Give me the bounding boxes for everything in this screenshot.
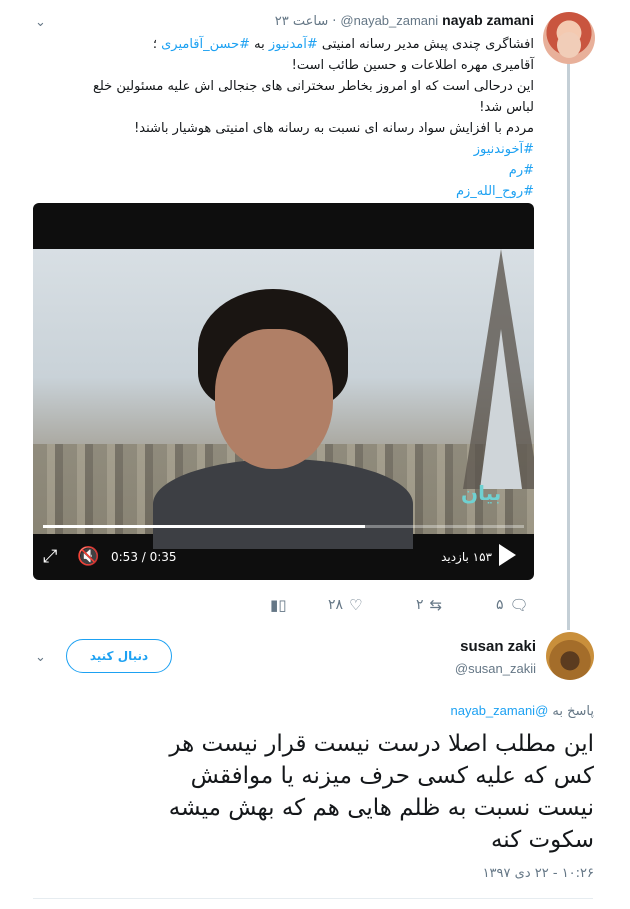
video-frame: بیان [33,249,534,549]
reply-context: پاسخ به @nayab_zamani [450,703,595,719]
tweet-line: آقامیری مهره اطلاعات و حسین طائب است! [291,58,534,73]
chevron-down-icon[interactable]: ⌄ [35,15,49,30]
tweet-line: افشاگری چندی پیش مدیر رسانه امنیتی #آمدن… [152,37,534,52]
tweet-line: نیست نسبت به ظلم هایی هم که بهش میشه [168,795,594,821]
divider [33,898,593,899]
hashtag-link[interactable]: #آمدنیوز [269,37,318,52]
reply-icon: 🗨 [509,596,529,614]
tweet-line: لباس شد! [479,100,534,115]
video-progress-bar[interactable] [43,525,524,528]
tweet-time[interactable]: ۲۳ ساعت [275,14,329,29]
reply-count: ۵ [496,597,504,613]
like-count: ۲۸ [328,597,344,613]
follow-button[interactable]: دنبال کنید [66,639,172,673]
video-player[interactable]: بیان ⤢ 🔇 0:53 / 0:35 ۱۵۳ بازدید [33,203,534,580]
mention-link[interactable]: @nayab_zamani [451,703,549,718]
analytics-icon: ▮▯ [270,596,287,614]
tweet-handle[interactable]: @susan_zakii [455,661,536,676]
retweet-count: ۲ [416,597,424,613]
mute-icon[interactable]: 🔇 [77,546,99,567]
tweet-author-name[interactable]: nayab zamani [442,12,534,28]
video-controls: ⤢ 🔇 0:53 / 0:35 ۱۵۳ بازدید [33,538,534,580]
chevron-down-icon[interactable]: ⌄ [35,650,46,665]
retweet-button[interactable]: ۲ ⇆ [416,596,442,614]
tweet-actions: ▮▯ ۲۸ ♡ ۲ ⇆ ۵ 🗨 [270,596,540,616]
separator-dot: · [332,14,337,29]
tweet-text: این مطلب اصلا درست نیست قرار نیست هر کس … [39,728,594,856]
reply-button[interactable]: ۵ 🗨 [496,596,529,614]
tweet-timestamp[interactable]: ۱۰:۲۶ - ۲۲ دی ۱۳۹۷ [483,866,594,881]
tweet-header: ۲۳ ساعت · @nayab_zamani nayab zamani [275,12,534,29]
hashtag-link[interactable]: #حسن_آقامیری [161,37,250,52]
channel-logo: بیان [461,481,502,505]
tweet-line: این درحالی است که او امروز بخاطر سخترانی… [92,79,534,94]
video-person [153,289,413,549]
tweet-line: سکوت کنه [490,827,594,853]
video-progress-fill [43,525,366,528]
hashtag-link[interactable]: #روح_الله_زم [24,181,534,202]
avatar[interactable] [546,632,594,680]
like-icon: ♡ [349,596,363,614]
tweet-line: مردم با افزایش سواد رسانه ای نسبت به رسا… [134,121,534,136]
play-icon[interactable] [499,544,516,566]
retweet-icon: ⇆ [429,596,443,614]
thread-line [567,62,570,630]
analytics-button[interactable]: ▮▯ [270,596,287,614]
like-button[interactable]: ۲۸ ♡ [328,596,363,614]
hashtag-link[interactable]: #آخوندنیوز [24,139,534,160]
hashtag-link[interactable]: #رم [24,160,534,181]
view-count: ۱۵۳ بازدید [441,550,492,564]
tweet-author-name[interactable]: susan zaki [460,638,536,655]
expand-icon[interactable]: ⤢ [43,546,57,567]
avatar[interactable] [543,12,595,64]
video-time: 0:53 / 0:35 [111,550,177,564]
tweet-text: افشاگری چندی پیش مدیر رسانه امنیتی #آمدن… [24,34,534,202]
tweet-handle[interactable]: @nayab_zamani [340,13,438,28]
tweet-line: کس که علیه کسی حرف میزنه یا موافقش [190,763,594,789]
tweet-line: این مطلب اصلا درست نیست قرار نیست هر [169,731,594,757]
